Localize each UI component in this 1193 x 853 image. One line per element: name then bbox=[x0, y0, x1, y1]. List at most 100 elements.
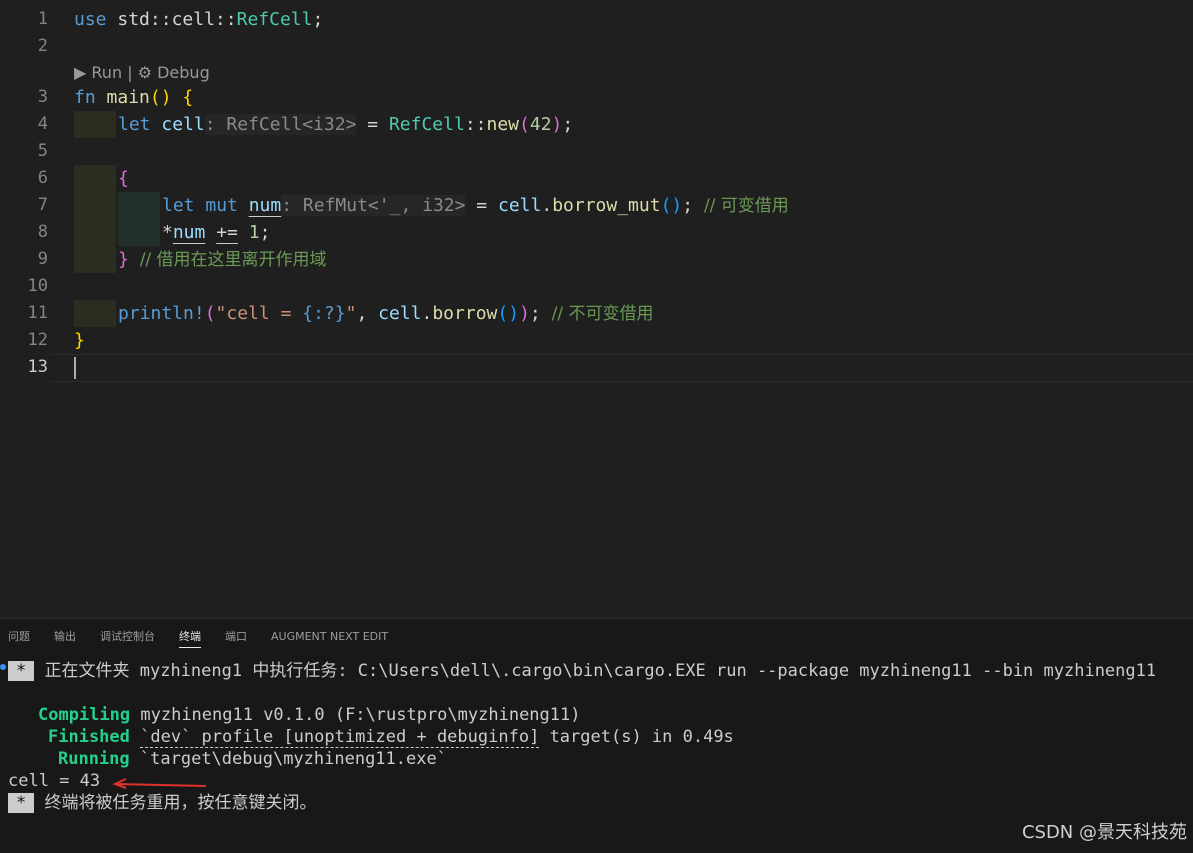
tab-augment-next-edit[interactable]: AUGMENT NEXT EDIT bbox=[271, 629, 388, 647]
line-number: 8 bbox=[37, 222, 48, 242]
line-number: 7 bbox=[37, 195, 48, 215]
type-name: RefCell bbox=[236, 9, 313, 30]
function-name: borrow bbox=[432, 303, 498, 324]
indent-guide bbox=[74, 300, 116, 327]
task-status-dot-icon bbox=[0, 664, 6, 670]
code-line-8[interactable]: 8 *num += 1; bbox=[0, 219, 1193, 246]
semicolon: ; bbox=[682, 195, 694, 216]
indent-guide bbox=[74, 111, 116, 138]
codelens: ▶ Run | ⚙ Debug bbox=[74, 60, 210, 86]
indent-guide bbox=[118, 219, 160, 246]
line-number: 10 bbox=[27, 276, 48, 296]
parens: () bbox=[497, 303, 520, 324]
comment: // 借用在这里离开作用域 bbox=[139, 250, 327, 270]
keyword: use bbox=[74, 9, 107, 30]
type-inlay-hint: : RefCell<i32> bbox=[204, 114, 357, 135]
open-paren: ( bbox=[519, 114, 530, 135]
line-number: 12 bbox=[27, 330, 48, 350]
assign: = bbox=[356, 114, 389, 135]
terminal-compiling-line: Compiling myzhineng11 v0.1.0 (F:\rustpro… bbox=[38, 704, 580, 726]
type-name: RefCell bbox=[388, 114, 465, 135]
tab-problems[interactable]: 问题 bbox=[8, 629, 30, 647]
comma: , bbox=[356, 303, 379, 324]
run-play-icon: ▶ bbox=[74, 63, 87, 82]
terminal-finished-line: Finished `dev` profile [unoptimized + de… bbox=[48, 726, 734, 748]
terminal-task-line: * 正在文件夹 myzhineng1 中执行任务: C:\Users\dell\… bbox=[8, 660, 1156, 682]
code-line-11[interactable]: 11 println!("cell = {:?}", cell.borrow()… bbox=[0, 300, 1193, 327]
path-segment: cell bbox=[171, 9, 215, 30]
comment: // 可变借用 bbox=[703, 196, 789, 216]
terminal-program-output: cell = 43 bbox=[8, 771, 101, 791]
code-line-4[interactable]: 4 let cell: RefCell<i32> = RefCell::new(… bbox=[0, 111, 1193, 138]
keyword: let bbox=[162, 195, 195, 216]
code-line-7[interactable]: 7 let mut num: RefMut<'_, i32> = cell.bo… bbox=[0, 192, 1193, 219]
assign: = bbox=[465, 195, 498, 216]
panel-tabs: 问题 输出 调试控制台 终端 端口 AUGMENT NEXT EDIT bbox=[0, 619, 1193, 655]
function-name: main bbox=[106, 87, 150, 108]
tab-output[interactable]: 输出 bbox=[54, 629, 76, 647]
terminal-reuse-line: * 终端将被任务重用，按任意键关闭。 bbox=[8, 792, 317, 814]
reuse-text: 终端将被任务重用，按任意键关闭。 bbox=[44, 793, 317, 813]
code-line-9[interactable]: 9 } // 借用在这里离开作用域 bbox=[0, 246, 1193, 273]
variable: num bbox=[172, 222, 206, 243]
operator: += bbox=[216, 222, 238, 243]
semicolon: ; bbox=[312, 9, 324, 30]
line-number: 6 bbox=[37, 168, 48, 188]
line-number: 1 bbox=[37, 9, 48, 29]
function-name: borrow_mut bbox=[552, 195, 661, 216]
indent-guide bbox=[74, 246, 116, 273]
compiling-label: Compiling bbox=[38, 705, 131, 725]
open-brace: { bbox=[182, 87, 194, 108]
code-line-13[interactable]: 13 bbox=[0, 354, 1193, 381]
code-line-6[interactable]: 6 { bbox=[0, 165, 1193, 192]
reuse-star-badge: * bbox=[8, 793, 35, 813]
deref-operator: * bbox=[162, 222, 173, 243]
watermark: CSDN @景天科技苑 bbox=[1021, 822, 1187, 843]
tab-ports[interactable]: 端口 bbox=[225, 629, 247, 647]
type-inlay-hint: : RefMut<'_, i32> bbox=[281, 195, 466, 216]
red-arrow-annotation bbox=[112, 778, 207, 789]
parens: () bbox=[149, 87, 172, 108]
code-line-3[interactable]: 3 fn main() { bbox=[0, 84, 1193, 111]
variable: cell bbox=[497, 195, 542, 216]
debug-codelens[interactable]: Debug bbox=[157, 63, 210, 82]
number-literal: 1 bbox=[248, 222, 260, 243]
line-number: 4 bbox=[37, 114, 48, 134]
task-command: 正在文件夹 myzhineng1 中执行任务: C:\Users\dell\.c… bbox=[44, 661, 1157, 681]
string-literal: "cell = bbox=[215, 303, 303, 324]
dot: . bbox=[541, 195, 553, 216]
tab-debug-console[interactable]: 调试控制台 bbox=[100, 629, 155, 647]
open-paren: ( bbox=[204, 303, 216, 324]
code-line-2[interactable]: 2 bbox=[0, 33, 1193, 60]
semicolon: ; bbox=[562, 114, 574, 135]
number-literal: 42 bbox=[529, 114, 552, 135]
code-line-12[interactable]: 12 } bbox=[0, 327, 1193, 354]
keyword: let bbox=[118, 114, 151, 135]
indent-guide bbox=[74, 219, 116, 246]
gear-icon: ⚙ bbox=[137, 63, 153, 82]
format-placeholder: {:?} bbox=[302, 303, 346, 324]
function-name: new bbox=[486, 114, 520, 135]
line-number: 11 bbox=[27, 303, 48, 323]
string-literal: " bbox=[345, 303, 357, 324]
finished-profile[interactable]: `dev` profile [unoptimized + debuginfo] bbox=[140, 727, 540, 748]
tab-terminal[interactable]: 终端 bbox=[179, 629, 201, 648]
semicolon: ; bbox=[529, 303, 541, 324]
comment: // 不可变借用 bbox=[551, 304, 654, 324]
code-editor[interactable]: 1 use std::cell::RefCell; 2 ▶ Run | ⚙ De… bbox=[0, 0, 1193, 618]
line-number: 2 bbox=[37, 36, 48, 56]
line-number: 3 bbox=[37, 87, 48, 107]
semicolon: ; bbox=[259, 222, 271, 243]
close-paren: ) bbox=[519, 303, 530, 324]
macro-name: println! bbox=[118, 303, 205, 324]
code-line-10[interactable]: 10 bbox=[0, 273, 1193, 300]
line-number: 13 bbox=[27, 357, 48, 377]
run-codelens[interactable]: Run bbox=[91, 63, 122, 82]
close-brace: } bbox=[74, 330, 85, 351]
finished-rest: target(s) in 0.49s bbox=[549, 727, 734, 747]
terminal-running-line: Running `target\debug\myzhineng11.exe` bbox=[58, 748, 447, 770]
keyword: mut bbox=[205, 195, 238, 216]
path-segment: std bbox=[117, 9, 150, 30]
code-line-5[interactable]: 5 bbox=[0, 138, 1193, 165]
code-line-1[interactable]: 1 use std::cell::RefCell; bbox=[0, 6, 1193, 33]
